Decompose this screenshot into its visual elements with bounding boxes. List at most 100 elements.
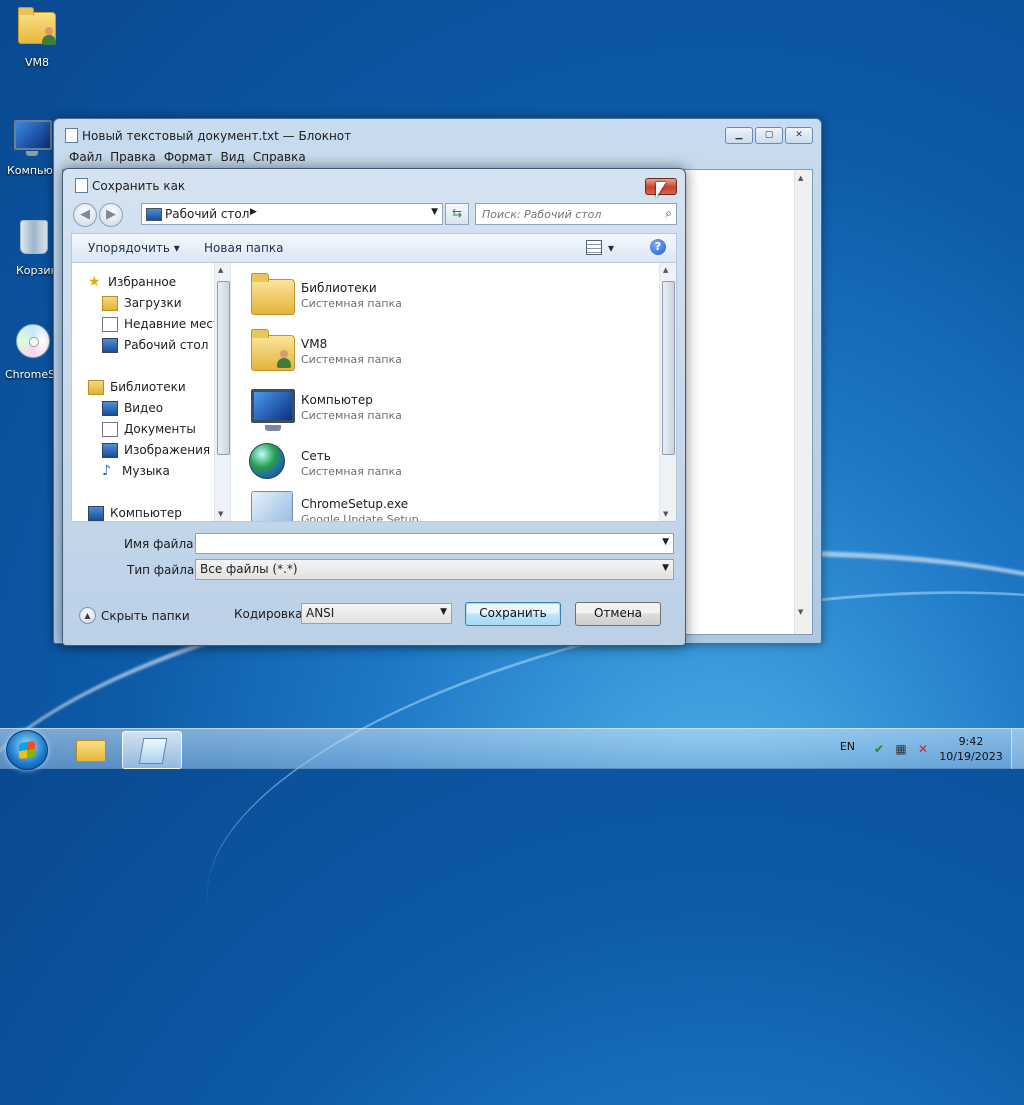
- menu-view[interactable]: Вид: [220, 150, 252, 164]
- chevron-up-icon: ▲: [79, 607, 96, 624]
- setup-exe-icon: [247, 487, 295, 521]
- new-folder-button[interactable]: Новая папка: [204, 241, 283, 255]
- clock[interactable]: 9:42 10/19/2023: [936, 734, 1006, 764]
- refresh-icon: ⇆: [451, 206, 463, 220]
- scroll-up-arrow-icon[interactable]: ▲: [663, 266, 668, 274]
- list-item[interactable]: Компьютер Системная папка: [247, 381, 547, 433]
- chevron-down-icon[interactable]: ▼: [440, 607, 447, 617]
- recent-places-icon: [102, 316, 118, 332]
- scroll-down-arrow-icon[interactable]: ▼: [218, 510, 223, 518]
- list-item[interactable]: ChromeSetup.exe Google Update Setup: [247, 485, 547, 521]
- nav-recent-places[interactable]: Недавние места: [102, 315, 227, 333]
- scroll-thumb[interactable]: [662, 281, 675, 455]
- view-dropdown-icon[interactable]: ▾: [608, 241, 614, 255]
- nav-label: Недавние места: [124, 317, 228, 331]
- minimize-button[interactable]: ▁: [725, 127, 753, 144]
- maximize-button[interactable]: ▢: [755, 127, 783, 144]
- address-bar[interactable]: Рабочий стол ▶ ▼: [141, 203, 443, 225]
- windows-logo-icon: [19, 740, 35, 760]
- nav-label: Избранное: [108, 275, 177, 289]
- view-options-icon[interactable]: [586, 240, 602, 255]
- scroll-down-arrow-icon[interactable]: ▼: [798, 608, 803, 616]
- hide-folders-toggle[interactable]: ▲ Скрыть папки: [79, 607, 190, 624]
- forward-button[interactable]: ▶: [99, 203, 123, 227]
- nav-favorites[interactable]: ★ Избранное: [88, 273, 176, 291]
- notepad-scrollbar[interactable]: ▲ ▼: [794, 170, 812, 634]
- save-button[interactable]: Сохранить: [465, 602, 561, 626]
- search-input[interactable]: [480, 206, 654, 223]
- organize-button[interactable]: Упорядочить ▾: [88, 241, 180, 255]
- filename-input[interactable]: [201, 535, 611, 552]
- computer-icon: [247, 383, 295, 431]
- scroll-up-arrow-icon[interactable]: ▲: [798, 174, 803, 182]
- file-list[interactable]: Библиотеки Системная папка VM8 Системная…: [231, 263, 676, 521]
- nav-video[interactable]: Видео: [102, 399, 163, 417]
- file-name: VM8: [301, 337, 328, 351]
- filetype-select[interactable]: Все файлы (*.*) ▼: [195, 559, 674, 580]
- command-bar: Упорядочить ▾ Новая папка ▾ ?: [71, 233, 677, 262]
- list-item[interactable]: VM8 Системная папка: [247, 325, 547, 377]
- explorer-folder-icon: [76, 740, 106, 762]
- chevron-down-icon[interactable]: ▼: [431, 207, 438, 217]
- chevron-down-icon[interactable]: ▼: [662, 563, 669, 573]
- taskbar-notepad[interactable]: [122, 731, 182, 769]
- menu-edit[interactable]: Правка: [109, 150, 163, 164]
- computer-icon: [13, 120, 53, 160]
- network-icon[interactable]: ▦: [894, 742, 908, 756]
- menu-help[interactable]: Справка: [252, 150, 313, 164]
- refresh-button[interactable]: ⇆: [445, 203, 469, 225]
- menu-file[interactable]: Файл: [68, 150, 109, 164]
- cancel-button[interactable]: Отмена: [575, 602, 661, 626]
- taskbar-explorer[interactable]: [60, 731, 118, 767]
- scroll-up-arrow-icon[interactable]: ▲: [218, 266, 223, 274]
- close-button[interactable]: ✕: [785, 127, 813, 144]
- user-folder-icon: [247, 327, 295, 375]
- file-list-scrollbar[interactable]: ▲ ▼: [659, 263, 676, 521]
- browser-panes: ★ Избранное Загрузки Недавние места Рабоч…: [71, 262, 677, 522]
- navigation-pane[interactable]: ★ Избранное Загрузки Недавние места Рабоч…: [72, 263, 231, 521]
- taskbar: EN ✔ ▦ ✕ 9:42 10/19/2023: [0, 728, 1024, 770]
- notepad-title: Новый текстовый документ.txt — Блокнот: [82, 129, 352, 143]
- menu-format[interactable]: Формат: [163, 150, 220, 164]
- address-bar-row: ◀ ▶ Рабочий стол ▶ ▼ ⇆ ⌕: [71, 201, 677, 227]
- notepad-app-icon: [65, 128, 78, 143]
- encoding-value: ANSI: [306, 606, 335, 620]
- start-button[interactable]: [6, 730, 48, 770]
- clock-time: 9:42: [958, 735, 984, 748]
- back-button[interactable]: ◀: [73, 203, 97, 227]
- file-name: ChromeSetup.exe: [301, 497, 409, 511]
- filename-combobox[interactable]: ▼: [195, 533, 674, 554]
- nav-pictures[interactable]: Изображения: [102, 441, 210, 459]
- nav-computer[interactable]: Компьютер: [88, 504, 182, 521]
- encoding-select[interactable]: ANSI ▼: [301, 603, 452, 624]
- volume-muted-icon[interactable]: ✕: [916, 742, 930, 756]
- nav-desktop[interactable]: Рабочий стол: [102, 336, 208, 354]
- show-desktop-button[interactable]: [1011, 729, 1024, 769]
- chevron-right-icon[interactable]: ▶: [250, 207, 257, 217]
- search-box[interactable]: ⌕: [475, 203, 677, 225]
- scroll-thumb[interactable]: [217, 281, 230, 455]
- list-item[interactable]: Сеть Системная папка: [247, 437, 547, 489]
- notepad-menubar: Файл Правка Формат Вид Справка: [68, 150, 313, 164]
- nav-libraries[interactable]: Библиотеки: [88, 378, 186, 396]
- clock-date: 10/19/2023: [939, 750, 1003, 763]
- scroll-down-arrow-icon[interactable]: ▼: [663, 510, 668, 518]
- action-center-icon[interactable]: ✔: [872, 742, 886, 756]
- save-as-dialog[interactable]: Сохранить как ✕ ◀ ▶ Рабочий стол ▶ ▼ ⇆ ⌕…: [62, 168, 686, 646]
- chevron-down-icon[interactable]: ▼: [662, 537, 669, 547]
- search-icon[interactable]: ⌕: [665, 206, 672, 221]
- file-type: Системная папка: [301, 465, 402, 478]
- list-item[interactable]: Библиотеки Системная папка: [247, 269, 547, 321]
- nav-documents[interactable]: Документы: [102, 420, 196, 438]
- nav-downloads[interactable]: Загрузки: [102, 294, 182, 312]
- recycle-bin-icon: [14, 220, 54, 260]
- nav-music[interactable]: ♪ Музыка: [102, 462, 170, 480]
- desktop-icon-vm8[interactable]: VM8: [2, 6, 72, 69]
- address-location[interactable]: Рабочий стол: [165, 207, 249, 221]
- language-indicator[interactable]: EN: [840, 740, 855, 753]
- nav-label: Библиотеки: [110, 380, 186, 394]
- notepad-icon: [138, 738, 168, 764]
- help-icon[interactable]: ?: [650, 239, 666, 255]
- nav-pane-scrollbar[interactable]: ▲ ▼: [214, 263, 230, 521]
- mouse-cursor-icon: [656, 182, 666, 198]
